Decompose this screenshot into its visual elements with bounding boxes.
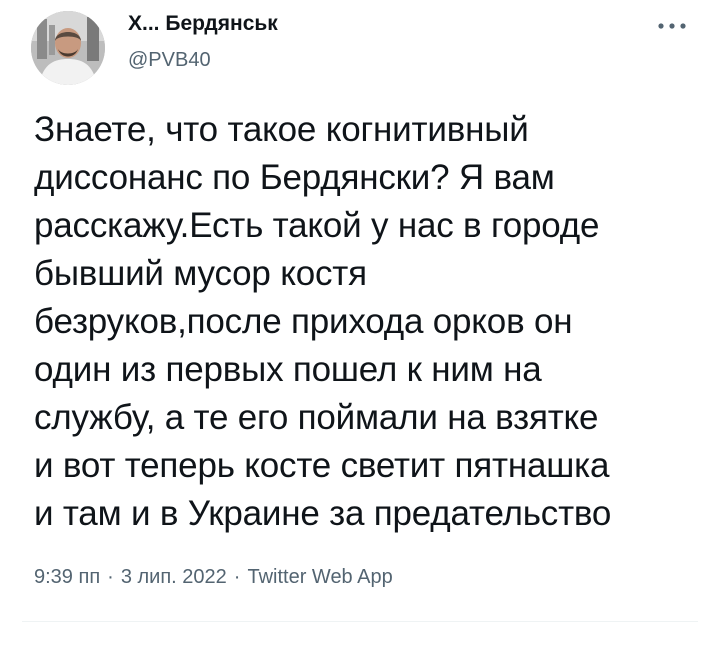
- more-horizontal-icon: [658, 23, 686, 29]
- divider: [22, 621, 698, 622]
- meta-separator: ·: [233, 566, 241, 588]
- tweet-source[interactable]: Twitter Web App: [247, 566, 392, 588]
- tweet-time[interactable]: 9:39 пп: [34, 566, 100, 588]
- author-display-name[interactable]: Х... Бердянськ: [128, 12, 278, 36]
- tweet-date[interactable]: 3 лип. 2022: [121, 566, 227, 588]
- meta-separator: ·: [107, 566, 114, 588]
- more-options-button[interactable]: [654, 14, 690, 38]
- tweet-metadata: 9:39 пп · 3 лип. 2022 · Twitter Web App: [34, 565, 393, 589]
- tweet-text: Знаете, что такое когнитивный диссонанс …: [34, 110, 612, 533]
- avatar-photo: [31, 11, 105, 85]
- avatar[interactable]: [31, 11, 105, 85]
- author-block: Х... Бердянськ @PVB40: [128, 12, 278, 72]
- author-handle[interactable]: @PVB40: [128, 48, 278, 72]
- tweet: Х... Бердянськ @PVB40 Знаете, что такое …: [0, 0, 720, 649]
